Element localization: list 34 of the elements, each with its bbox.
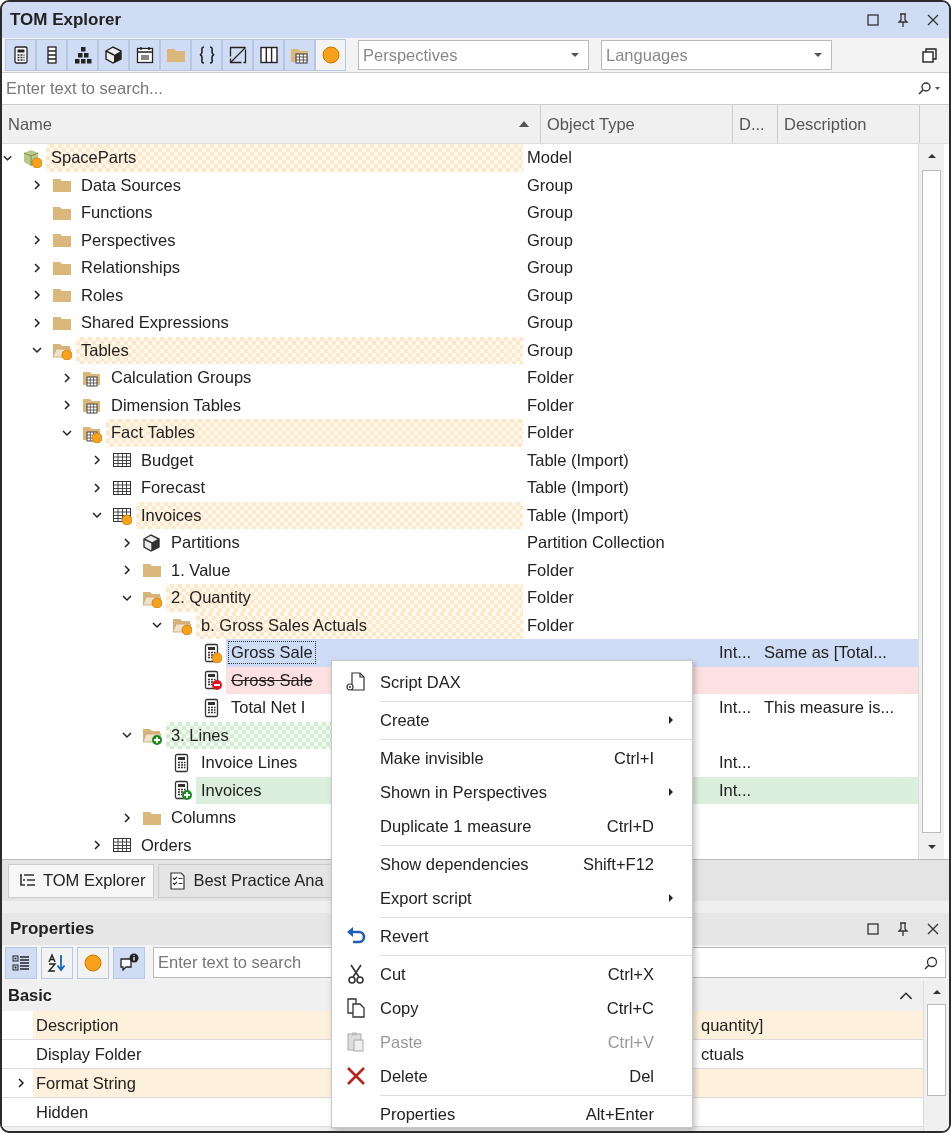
object-type-cell-text: Table (Import) bbox=[526, 505, 630, 525]
shortcut-label: Ctrl+V bbox=[607, 1032, 654, 1052]
object-type-cell-text: Folder bbox=[526, 395, 575, 415]
object-type-cell-text: Folder bbox=[526, 423, 575, 443]
shortcut-label: Ctrl+D bbox=[606, 816, 654, 836]
shortcut-label: Ctrl+C bbox=[606, 998, 654, 1018]
object-type-cell-text: Group bbox=[526, 340, 574, 360]
data-type-cell-text: Int... bbox=[718, 643, 753, 663]
category-header: Basic bbox=[8, 986, 53, 1005]
object-type-cell-text: Folder bbox=[526, 615, 575, 635]
object-type-cell-text: Group bbox=[526, 258, 574, 278]
object-type-cell-text: Group bbox=[526, 313, 574, 333]
shortcut-label: Ctrl+I bbox=[614, 748, 654, 768]
data-type-cell-text: Int... bbox=[718, 753, 753, 773]
object-type-cell-text: Folder bbox=[526, 588, 575, 608]
object-type-cell-text: Group bbox=[526, 285, 574, 305]
object-type-cell-text: Folder bbox=[526, 560, 575, 580]
shortcut-label: Del bbox=[629, 1066, 654, 1086]
object-type-cell-text: Table (Import) bbox=[526, 478, 630, 498]
object-type-cell-text: Folder bbox=[526, 368, 575, 388]
data-type-cell-text: Int... bbox=[718, 780, 753, 800]
object-type-cell-text: Model bbox=[526, 148, 573, 168]
description-cell-text: This measure is... bbox=[763, 698, 895, 718]
object-type-cell-text: Group bbox=[526, 203, 574, 223]
description-cell-text: Same as [Total... bbox=[763, 643, 887, 663]
shortcut-label: Shift+F12 bbox=[582, 854, 654, 874]
data-type-cell-text: Int... bbox=[718, 698, 753, 718]
panel-title: Properties bbox=[10, 919, 95, 939]
object-type-cell-text: Group bbox=[526, 230, 574, 250]
shortcut-label: Alt+Enter bbox=[585, 1104, 654, 1124]
object-type-cell-text: Group bbox=[526, 175, 574, 195]
object-type-cell-text: Partition Collection bbox=[526, 533, 666, 553]
panel-title: TOM Explorer bbox=[10, 10, 122, 30]
object-type-cell-text: Table (Import) bbox=[526, 450, 630, 470]
